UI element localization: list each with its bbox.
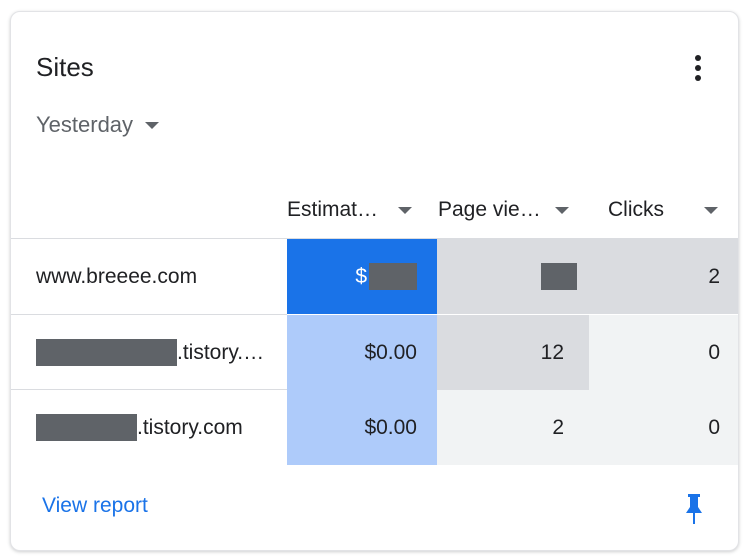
more-vert-icon [695, 55, 701, 61]
column-header-label: Clicks [608, 198, 664, 221]
page-views-cell: 12 [437, 315, 589, 390]
column-header-label: Estimat… [287, 198, 379, 221]
dropdown-caret-icon [145, 121, 160, 129]
column-header-clicks[interactable]: Clicks [608, 188, 738, 232]
earnings-cell: $0.00 [287, 390, 437, 465]
earnings-cell: $0.00 [287, 315, 437, 390]
earnings-cell: $ [287, 239, 437, 314]
redaction-block [36, 339, 177, 366]
view-report-link[interactable]: View report [42, 494, 148, 518]
site-name[interactable]: .tistory.com [36, 390, 243, 465]
card-title: Sites [36, 52, 94, 82]
column-header-label: Page vie… [438, 198, 541, 221]
clicks-cell: 0 [589, 390, 738, 465]
date-range-label: Yesterday [36, 112, 134, 137]
redaction-block [541, 263, 577, 290]
sort-caret-icon [704, 206, 718, 214]
sort-caret-icon [398, 206, 413, 214]
column-header-page-views[interactable]: Page vie… [438, 188, 588, 232]
redaction-block [369, 263, 417, 290]
site-name[interactable]: www.breeee.com [36, 239, 197, 314]
page-views-cell: 2 [437, 390, 589, 465]
clicks-cell: 2 [589, 239, 738, 314]
sort-caret-icon [554, 206, 569, 214]
pin-icon [686, 494, 702, 524]
more-options-button[interactable] [688, 55, 708, 85]
date-range-dropdown[interactable]: Yesterday [36, 112, 160, 138]
site-name[interactable]: .tistory.… [36, 315, 264, 390]
column-header-estimated-earnings[interactable]: Estimat… [287, 188, 437, 232]
pin-button[interactable] [684, 494, 704, 524]
page-views-cell [437, 239, 589, 314]
clicks-cell: 0 [589, 315, 738, 390]
redaction-block [36, 414, 137, 441]
sites-card: Sites Yesterday Estimat… Page vie… Click… [10, 11, 739, 551]
